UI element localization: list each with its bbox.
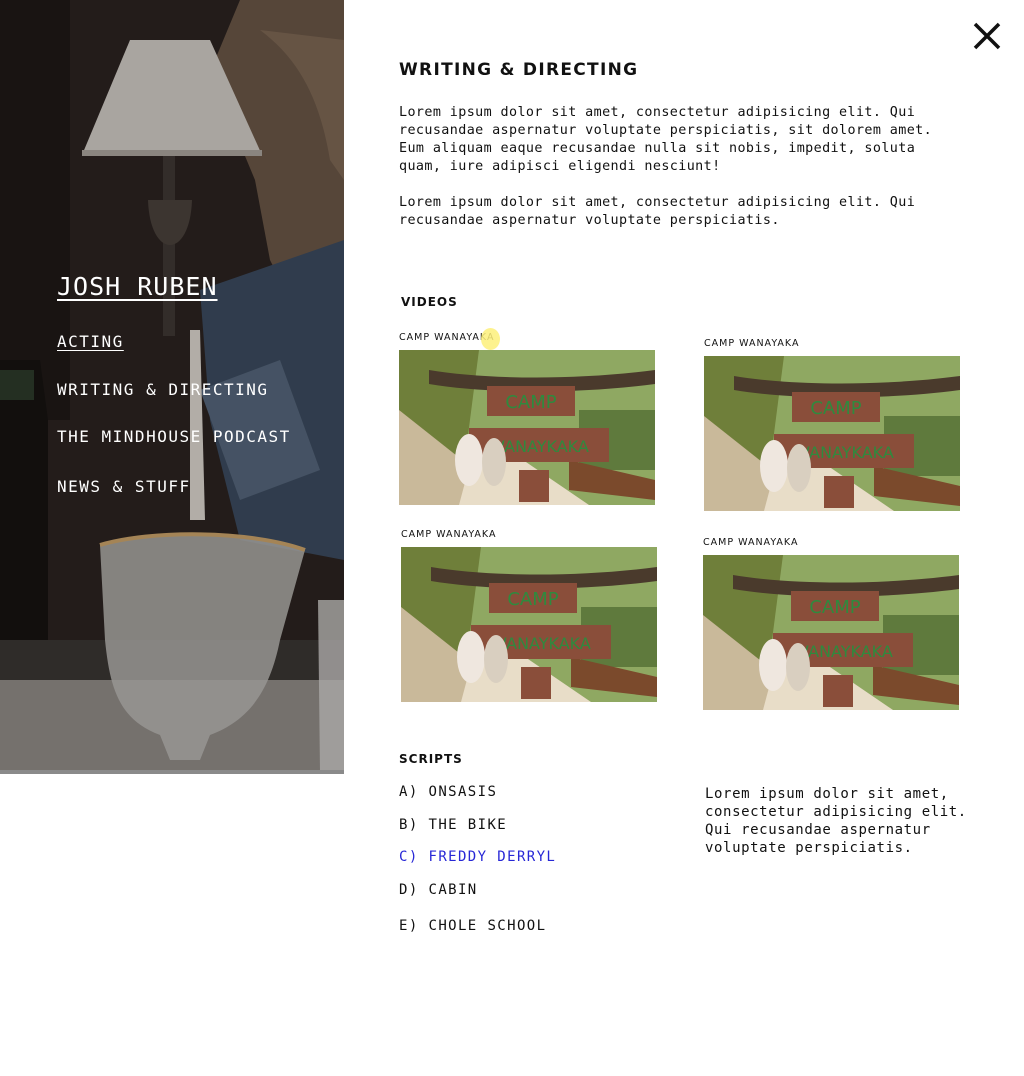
video-thumbnail[interactable]: CAMP WANAYKAKA: [704, 356, 960, 511]
script-link-onsasis[interactable]: A) ONSASIS: [399, 784, 497, 800]
cursor-highlight: [481, 328, 500, 350]
script-link-the-bike[interactable]: B) THE BIKE: [399, 817, 507, 833]
script-link-chole-school[interactable]: E) CHOLE SCHOOL: [399, 918, 546, 934]
sign-top-text: CAMP: [809, 597, 860, 618]
video-card[interactable]: CAMP WANAYAKA CAMP WANAYKAKA: [399, 332, 655, 505]
videos-heading: VIDEOS: [401, 295, 458, 309]
scripts-description: Lorem ipsum dolor sit amet, consectetur …: [705, 786, 967, 856]
script-link-cabin[interactable]: D) CABIN: [399, 882, 478, 898]
nav-item-mindhouse-podcast[interactable]: THE MINDHOUSE PODCAST: [57, 427, 291, 446]
main-nav: JOSH RUBEN ACTING WRITING & DIRECTING TH…: [57, 272, 289, 496]
sign-top-text: CAMP: [810, 398, 861, 419]
close-icon: [973, 22, 1001, 50]
video-card[interactable]: CAMP WANAYAKA CAMP WANAYKAKA: [704, 338, 960, 511]
video-thumbnail[interactable]: CAMP WANAYKAKA: [399, 350, 655, 505]
video-caption: CAMP WANAYAKA: [399, 332, 495, 343]
nav-item-writing-directing[interactable]: WRITING & DIRECTING: [57, 380, 269, 399]
video-caption: CAMP WANAYAKA: [703, 537, 799, 548]
intro-text: Lorem ipsum dolor sit amet, consectetur …: [399, 104, 959, 248]
video-thumbnail[interactable]: CAMP WANAYKAKA: [703, 555, 959, 710]
site-title[interactable]: JOSH RUBEN: [57, 272, 218, 301]
video-caption: CAMP WANAYAKA: [704, 338, 800, 349]
scripts-heading: SCRIPTS: [399, 752, 463, 766]
close-button[interactable]: [971, 20, 1003, 52]
video-card[interactable]: CAMP WANAYAKA CAMP WANAYKAKA: [703, 537, 959, 710]
intro-paragraph-2: Lorem ipsum dolor sit amet, consectetur …: [399, 195, 916, 228]
script-link-freddy-derryl[interactable]: C) FREDDY DERRYL: [399, 849, 556, 865]
intro-paragraph-1: Lorem ipsum dolor sit amet, consectetur …: [399, 105, 933, 174]
hero-bottom-edge: [0, 770, 344, 774]
hero-panel: JOSH RUBEN ACTING WRITING & DIRECTING TH…: [0, 0, 344, 772]
video-caption: CAMP WANAYAKA: [401, 529, 497, 540]
sign-top-text: CAMP: [507, 589, 558, 610]
video-card[interactable]: CAMP WANAYAKA CAMP WANAYKAKA: [401, 529, 657, 702]
nav-item-news-stuff[interactable]: NEWS & STUFF: [57, 477, 191, 496]
sign-top-text: CAMP: [505, 392, 556, 413]
page-title: WRITING & DIRECTING: [399, 60, 639, 80]
nav-item-acting[interactable]: ACTING: [57, 332, 124, 351]
video-thumbnail[interactable]: CAMP WANAYKAKA: [401, 547, 657, 702]
